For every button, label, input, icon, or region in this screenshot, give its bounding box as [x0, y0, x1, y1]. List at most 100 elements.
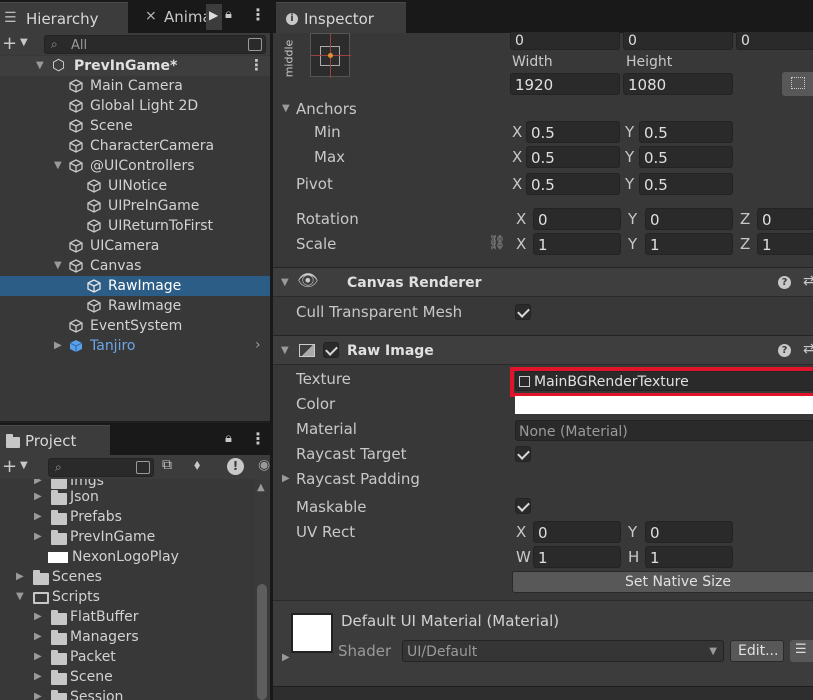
- tab-inspector[interactable]: i Inspector: [276, 2, 406, 33]
- add-icon[interactable]: +: [2, 35, 17, 53]
- expand-arrow-icon[interactable]: ▼: [36, 61, 44, 71]
- hierarchy-scene-root[interactable]: ▼ ⬡ PrevInGame* ⋮: [0, 56, 270, 76]
- filter-by-label-icon[interactable]: ⬧: [194, 458, 200, 472]
- pos-y-field[interactable]: 0: [623, 32, 733, 50]
- lock-icon[interactable]: 🔒︎: [225, 8, 232, 21]
- anchor-max-y-field[interactable]: 0.5: [639, 146, 733, 168]
- canvas-renderer-header[interactable]: ▼ 👁︎ Canvas Renderer ? ⇄: [273, 267, 813, 297]
- scale-x-field[interactable]: 1: [533, 233, 621, 255]
- hierarchy-item-uireturntofirst[interactable]: UIReturnToFirst: [0, 216, 270, 236]
- collapse-arrow-icon[interactable]: ▶: [34, 512, 42, 522]
- raycast-target-checkbox[interactable]: [515, 446, 531, 462]
- collapse-arrow-icon[interactable]: ▶: [34, 492, 42, 502]
- filter-by-type-icon[interactable]: ⧉: [162, 458, 172, 472]
- hierarchy-item-rawimage[interactable]: RawImage: [0, 296, 270, 316]
- uv-h-field[interactable]: 1: [645, 546, 733, 568]
- tab-overflow-button[interactable]: ▶: [206, 4, 222, 30]
- uv-y-field[interactable]: 0: [645, 521, 733, 543]
- pivot-x-field[interactable]: 0.5: [526, 173, 620, 195]
- collapse-arrow-icon[interactable]: ▶: [34, 652, 42, 662]
- material-object-field[interactable]: None (Material): [515, 420, 813, 441]
- texture-object-field[interactable]: MainBGRenderTexture: [515, 371, 813, 391]
- raw-edit-button[interactable]: [782, 72, 813, 96]
- shader-list-button[interactable]: ☰: [790, 640, 813, 662]
- pivot-y-field[interactable]: 0.5: [639, 173, 733, 195]
- collapse-arrow-icon[interactable]: ▶: [34, 632, 42, 642]
- collapse-arrow-icon[interactable]: ▶: [34, 532, 42, 542]
- raycast-padding-fold-icon[interactable]: ▶: [282, 474, 290, 484]
- project-item-nexonlogoplay[interactable]: NexonLogoPlay: [0, 547, 254, 567]
- scale-z-field[interactable]: 1: [757, 233, 813, 255]
- raw-image-header[interactable]: ▼ Raw Image ? ⇄: [273, 335, 813, 365]
- raw-image-enabled-checkbox[interactable]: [323, 342, 339, 358]
- tab-project[interactable]: Project: [0, 425, 110, 455]
- project-item-json[interactable]: ▶ Json: [0, 487, 254, 507]
- anchor-preset-button[interactable]: middle: [282, 33, 352, 83]
- hierarchy-item-eventsystem[interactable]: EventSystem: [0, 316, 270, 336]
- expand-arrow-icon[interactable]: ▼: [54, 261, 62, 271]
- hierarchy-item-uinotice[interactable]: UINotice: [0, 176, 270, 196]
- scene-menu-dots-icon[interactable]: ⋮: [249, 58, 264, 73]
- chevron-down-icon[interactable]: ▼: [20, 38, 28, 48]
- color-swatch[interactable]: [515, 396, 813, 414]
- menu-dots-icon[interactable]: ⋮: [250, 7, 266, 23]
- menu-dots-icon[interactable]: ⋮: [250, 431, 266, 447]
- collapse-arrow-icon[interactable]: ▶: [34, 672, 42, 682]
- project-item-packet[interactable]: ▶ Packet: [0, 647, 254, 667]
- chevron-down-icon[interactable]: ▼: [20, 461, 28, 471]
- project-item-prefabs[interactable]: ▶ Prefabs: [0, 507, 254, 527]
- tab-hierarchy[interactable]: ☰ Hierarchy: [0, 2, 128, 33]
- hierarchy-item-canvas[interactable]: ▼ Canvas: [0, 256, 270, 276]
- hierarchy-item-uipreingame[interactable]: UIPreInGame: [0, 196, 270, 216]
- help-icon[interactable]: ?: [778, 276, 791, 289]
- collapse-arrow-icon[interactable]: ▶: [54, 341, 62, 351]
- project-item-scene[interactable]: ▶ Scene: [0, 667, 254, 687]
- scale-y-field[interactable]: 1: [645, 233, 733, 255]
- collapse-arrow-icon[interactable]: ▶: [34, 479, 42, 486]
- rotation-x-field[interactable]: 0: [533, 208, 621, 230]
- warning-filter-icon[interactable]: !: [227, 458, 244, 475]
- project-item-session[interactable]: ▶ Session: [0, 687, 254, 700]
- hierarchy-item-main-camera[interactable]: Main Camera: [0, 76, 270, 96]
- visibility-icon[interactable]: ◉: [258, 458, 270, 472]
- component-settings-icon[interactable]: ⇄: [803, 342, 813, 356]
- chevron-right-icon[interactable]: ›: [255, 338, 261, 352]
- hierarchy-item-uicontrollers[interactable]: ▼ @UIControllers: [0, 156, 270, 176]
- project-scrollbar-thumb[interactable]: [257, 584, 267, 700]
- anchors-fold-icon[interactable]: ▼: [282, 104, 290, 114]
- pos-x-field[interactable]: 0: [510, 32, 620, 50]
- pos-z-field[interactable]: 0: [736, 32, 813, 50]
- constrain-proportions-icon[interactable]: ⛓: [488, 236, 506, 250]
- hierarchy-item-uicamera[interactable]: UICamera: [0, 236, 270, 256]
- material-fold-icon[interactable]: ▶: [282, 653, 290, 663]
- collapse-arrow-icon[interactable]: ▶: [34, 692, 42, 700]
- project-search-input[interactable]: ⌕: [48, 458, 154, 477]
- hierarchy-item-global-light[interactable]: Global Light 2D: [0, 96, 270, 116]
- anchor-max-x-field[interactable]: 0.5: [526, 146, 620, 168]
- collapse-arrow-icon[interactable]: ▶: [16, 572, 24, 582]
- component-fold-icon[interactable]: ▼: [281, 278, 289, 288]
- hierarchy-search-input[interactable]: ⌕ All: [44, 35, 266, 54]
- component-fold-icon[interactable]: ▼: [281, 346, 289, 356]
- project-item-managers[interactable]: ▶ Managers: [0, 627, 254, 647]
- rotation-y-field[interactable]: 0: [645, 208, 733, 230]
- maskable-checkbox[interactable]: [515, 498, 531, 514]
- project-item-scripts[interactable]: ▼ Scripts: [0, 587, 254, 607]
- cull-transparent-mesh-checkbox[interactable]: [515, 304, 531, 320]
- expand-arrow-icon[interactable]: ▼: [16, 592, 24, 602]
- set-native-size-button[interactable]: Set Native Size: [512, 571, 813, 593]
- hierarchy-item-scene[interactable]: Scene: [0, 116, 270, 136]
- project-item-flatbuffer[interactable]: ▶ FlatBuffer: [0, 607, 254, 627]
- search-filter-icon[interactable]: [248, 38, 262, 51]
- scroll-up-icon[interactable]: ▲: [257, 483, 265, 493]
- uv-w-field[interactable]: 1: [533, 546, 621, 568]
- width-field[interactable]: 1920: [510, 73, 620, 95]
- shader-dropdown[interactable]: UI/Default ▼: [402, 640, 724, 662]
- anchor-min-y-field[interactable]: 0.5: [639, 121, 733, 143]
- rotation-z-field[interactable]: 0: [757, 208, 813, 230]
- edit-shader-button[interactable]: Edit...: [730, 640, 784, 662]
- collapse-arrow-icon[interactable]: ▶: [34, 612, 42, 622]
- component-settings-icon[interactable]: ⇄: [803, 274, 813, 288]
- hierarchy-item-character-camera[interactable]: CharacterCamera: [0, 136, 270, 156]
- uv-x-field[interactable]: 0: [533, 521, 621, 543]
